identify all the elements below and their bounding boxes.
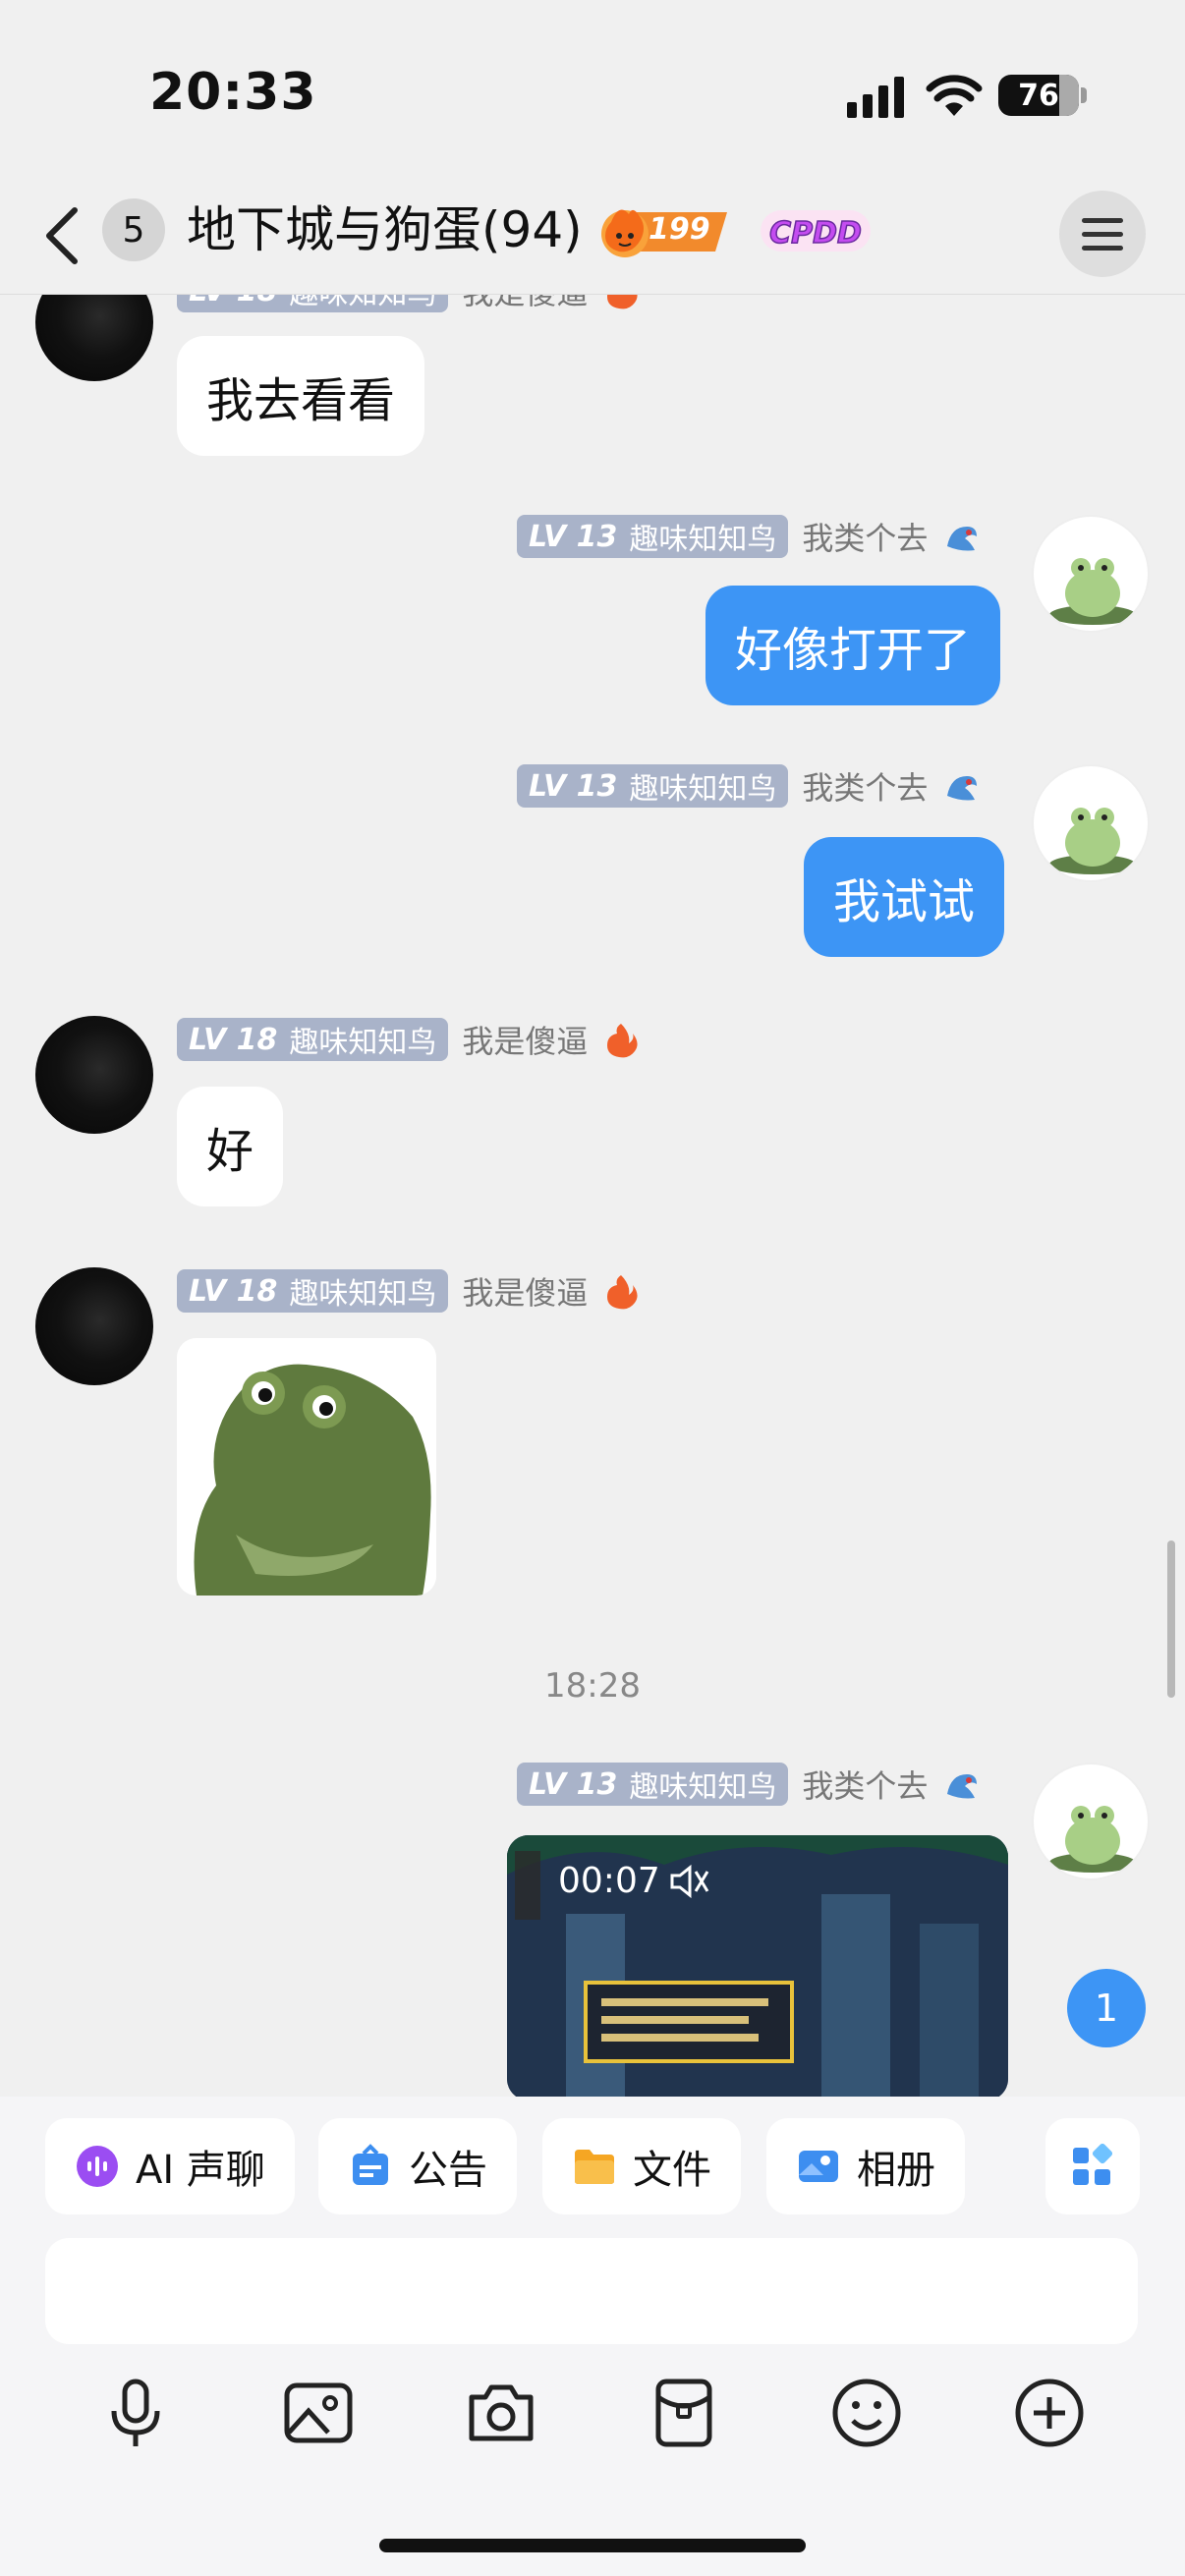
status-time: 20:33: [149, 63, 317, 122]
quick-action-label: AI 声聊: [136, 2148, 265, 2193]
more-apps-button[interactable]: [1045, 2118, 1140, 2214]
sender-title: 我类个去: [802, 769, 929, 807]
microphone-icon[interactable]: [98, 2376, 173, 2450]
sender-title: 我类个去: [802, 1767, 929, 1805]
message-bubble[interactable]: 好: [177, 1087, 284, 1206]
ai-voice-icon: [77, 2146, 118, 2187]
flame-icon: [607, 295, 638, 309]
camera-icon[interactable]: [464, 2376, 538, 2450]
frog-sticker-icon: [177, 1338, 436, 1596]
level-badge: LV 13 趣味知知鸟: [517, 1763, 789, 1806]
message-list[interactable]: LV 18趣味知知鸟 我是傻逼 我去看看 LV 13趣味知知鸟 我类个去 好像打…: [0, 295, 1185, 2097]
timestamp: 18:28: [544, 1666, 641, 1706]
signal-icon: [847, 77, 904, 118]
sender-title: 我是傻逼: [462, 1023, 589, 1060]
sender-meta: LV 13 趣味知知鸟 我类个去: [517, 764, 981, 808]
avatar[interactable]: [35, 1267, 153, 1385]
album-icon: [799, 2151, 838, 2182]
avatar[interactable]: [35, 295, 153, 381]
wifi-icon: [926, 75, 983, 116]
menu-button[interactable]: [1059, 191, 1146, 277]
level-badge: LV 18趣味知知鸟: [177, 295, 449, 312]
flame-icon: [607, 1024, 638, 1058]
folder-icon: [575, 2150, 614, 2184]
message-bubble[interactable]: 我去看看: [177, 336, 425, 456]
fire-count: 199: [649, 212, 710, 247]
unread-count-badge[interactable]: 5: [102, 198, 165, 261]
message-bubble[interactable]: 好像打开了: [705, 586, 1001, 705]
sender-meta: LV 18趣味知知鸟 我是傻逼: [177, 1018, 641, 1061]
dragon-icon: [947, 1774, 978, 1799]
image-icon[interactable]: [281, 2376, 356, 2450]
quick-action-label: 公告: [409, 2148, 487, 2193]
fire-streak-badge[interactable]: 199: [597, 202, 731, 259]
video-message[interactable]: 00:07: [507, 1835, 1008, 2097]
level-badge: LV 18趣味知知鸟: [177, 1018, 449, 1061]
back-icon[interactable]: [41, 206, 81, 265]
home-indicator[interactable]: [379, 2539, 806, 2552]
sticker-image[interactable]: [177, 1338, 436, 1596]
avatar[interactable]: [1032, 515, 1150, 633]
red-packet-icon[interactable]: [647, 2376, 721, 2450]
page-title[interactable]: 地下城与狗蛋(94): [187, 198, 583, 261]
message-input[interactable]: [45, 2238, 1138, 2344]
chat-header: [0, 177, 1185, 295]
apps-grid-icon: [1073, 2143, 1113, 2185]
announcement-icon: [353, 2144, 388, 2185]
sender-title: 我是傻逼: [462, 295, 588, 313]
level-badge: LV 13 趣味知知鸟: [517, 764, 789, 808]
avatar[interactable]: [1032, 764, 1150, 882]
quick-action-ai-voice[interactable]: AI 声聊: [45, 2118, 295, 2214]
quick-action-album[interactable]: 相册: [766, 2118, 965, 2214]
sender-meta: LV 13 趣味知知鸟 我类个去: [517, 515, 981, 558]
sender-title: 我是傻逼: [462, 1274, 589, 1312]
flame-icon: [607, 1275, 638, 1310]
dragon-icon: [947, 527, 978, 551]
level-badge: LV 18趣味知知鸟: [177, 1269, 449, 1313]
cpdd-badge[interactable]: CPDD: [757, 204, 875, 257]
battery-level: 76: [1018, 78, 1059, 113]
quick-action-files[interactable]: 文件: [542, 2118, 741, 2214]
video-duration: 00:07: [558, 1861, 711, 1901]
quick-action-label: 相册: [857, 2148, 935, 2193]
emoji-icon[interactable]: [829, 2376, 904, 2450]
new-message-indicator[interactable]: 1: [1067, 1969, 1146, 2047]
scrollbar[interactable]: [1167, 1540, 1175, 1698]
cpdd-text: CPDD: [769, 216, 862, 251]
avatar[interactable]: [1032, 1763, 1150, 1880]
level-badge: LV 13 趣味知知鸟: [517, 515, 789, 558]
sender-meta: LV 18趣味知知鸟 我是傻逼: [177, 295, 641, 312]
battery-icon: 76: [998, 75, 1087, 116]
sender-meta: LV 18趣味知知鸟 我是傻逼: [177, 1269, 641, 1313]
avatar[interactable]: [35, 1016, 153, 1134]
plus-icon[interactable]: [1012, 2376, 1087, 2450]
muted-icon[interactable]: [668, 1862, 711, 1901]
dragon-icon: [947, 776, 978, 801]
message-bubble[interactable]: 我试试: [804, 837, 1005, 957]
menu-icon: [1082, 218, 1123, 223]
sender-meta: LV 13 趣味知知鸟 我类个去: [517, 1763, 981, 1806]
quick-action-announcement[interactable]: 公告: [318, 2118, 517, 2214]
sender-title: 我类个去: [802, 520, 929, 557]
quick-action-label: 文件: [633, 2148, 711, 2193]
